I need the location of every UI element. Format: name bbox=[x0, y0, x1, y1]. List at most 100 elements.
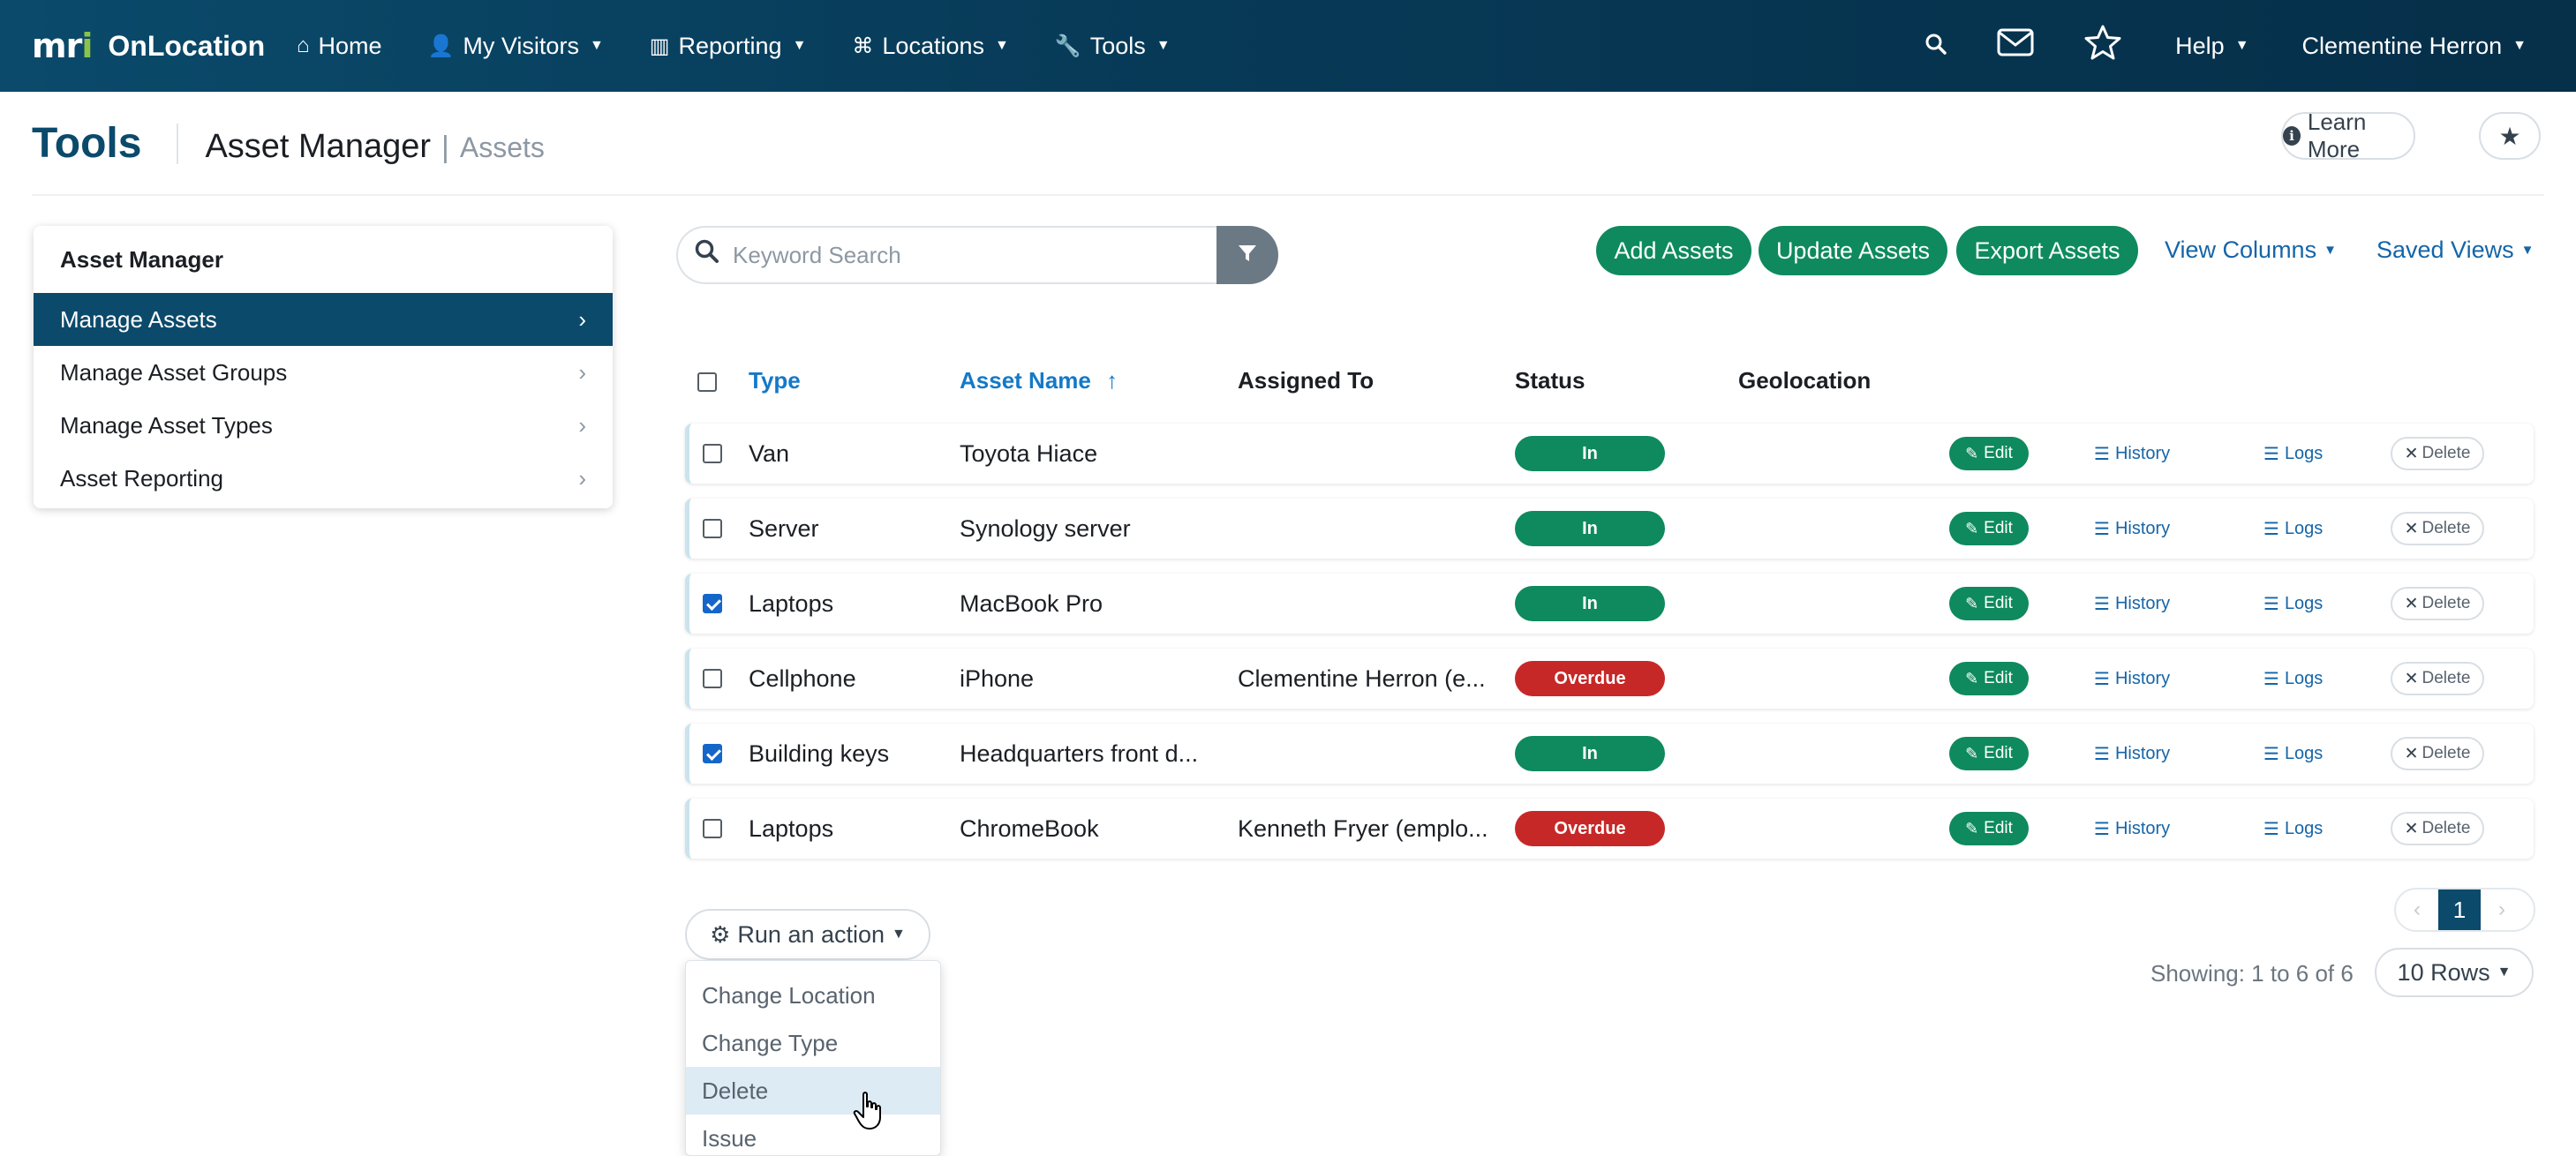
nav-my-visitors[interactable]: 👤 My Visitors ▼ bbox=[428, 33, 604, 60]
close-icon: ✕ bbox=[2404, 669, 2419, 688]
column-header-asset-name[interactable]: Asset Name ↑ bbox=[960, 367, 1118, 394]
delete-button[interactable]: ✕ Delete bbox=[2391, 437, 2484, 470]
column-header-assigned-to: Assigned To bbox=[1238, 367, 1375, 394]
history-link[interactable]: ☰ History bbox=[2094, 593, 2170, 615]
logs-label: Logs bbox=[2284, 669, 2324, 688]
nav-locations[interactable]: ⌘ Locations ▼ bbox=[852, 33, 1008, 60]
logs-link[interactable]: ☰ Logs bbox=[2263, 818, 2323, 840]
edit-label: Edit bbox=[1984, 519, 2013, 537]
page-button-current[interactable]: 1 bbox=[2438, 890, 2481, 930]
view-columns-dropdown[interactable]: View Columns ▼ bbox=[2165, 236, 2337, 264]
logs-link[interactable]: ☰ Logs bbox=[2263, 743, 2323, 765]
cell-type: Laptops bbox=[749, 815, 834, 842]
history-label: History bbox=[2114, 744, 2171, 763]
sidebar-item-manage-asset-types[interactable]: Manage Asset Types › bbox=[34, 399, 613, 452]
top-navbar: mri OnLocation ⌂ Home 👤 My Visitors ▼ ▥ … bbox=[0, 0, 2576, 92]
nav-tools[interactable]: 🔧 Tools ▼ bbox=[1055, 33, 1171, 60]
cell-type: Cellphone bbox=[749, 665, 856, 692]
edit-icon: ✎ bbox=[1965, 819, 1979, 837]
help-menu[interactable]: Help ▼ bbox=[2175, 33, 2248, 60]
row-checkbox[interactable] bbox=[703, 819, 722, 838]
history-link[interactable]: ☰ History bbox=[2094, 443, 2170, 465]
user-menu[interactable]: Clementine Herron ▼ bbox=[2302, 33, 2527, 60]
edit-label: Edit bbox=[1984, 669, 2013, 687]
delete-button[interactable]: ✕ Delete bbox=[2391, 662, 2484, 695]
status-badge: In bbox=[1515, 586, 1665, 621]
logs-link[interactable]: ☰ Logs bbox=[2263, 518, 2323, 540]
sidebar-item-manage-assets[interactable]: Manage Assets › bbox=[34, 293, 613, 346]
favorite-button[interactable]: ★ bbox=[2479, 112, 2541, 160]
list-icon: ☰ bbox=[2263, 595, 2279, 614]
edit-button[interactable]: ✎ Edit bbox=[1949, 812, 2029, 845]
saved-views-label: Saved Views bbox=[2376, 236, 2514, 263]
delete-label: Delete bbox=[2422, 444, 2471, 462]
sidebar-item-manage-asset-groups[interactable]: Manage Asset Groups › bbox=[34, 346, 613, 399]
delete-label: Delete bbox=[2422, 819, 2471, 837]
row-checkbox[interactable] bbox=[703, 594, 722, 613]
delete-button[interactable]: ✕ Delete bbox=[2391, 737, 2484, 770]
export-assets-button[interactable]: Export Assets bbox=[1956, 226, 2138, 275]
add-assets-button[interactable]: Add Assets bbox=[1596, 226, 1751, 275]
wrench-icon: 🔧 bbox=[1054, 34, 1081, 58]
search-icon bbox=[694, 238, 720, 272]
home-icon: ⌂ bbox=[297, 34, 310, 57]
delete-button[interactable]: ✕ Delete bbox=[2391, 812, 2484, 845]
delete-button[interactable]: ✕ Delete bbox=[2391, 512, 2484, 545]
history-link[interactable]: ☰ History bbox=[2094, 743, 2170, 765]
column-header-type[interactable]: Type bbox=[749, 367, 801, 394]
search-input[interactable] bbox=[733, 241, 1192, 269]
edit-button[interactable]: ✎ Edit bbox=[1949, 437, 2029, 470]
list-icon: ☰ bbox=[2094, 445, 2110, 464]
edit-button[interactable]: ✎ Edit bbox=[1949, 662, 2029, 695]
menu-item-change-location[interactable]: Change Location bbox=[686, 972, 940, 1019]
chevron-right-icon[interactable]: › bbox=[2481, 897, 2523, 922]
menu-item-delete[interactable]: Delete bbox=[686, 1067, 940, 1115]
logs-link[interactable]: ☰ Logs bbox=[2263, 443, 2323, 465]
star-icon[interactable] bbox=[2083, 24, 2122, 69]
star-icon: ★ bbox=[2498, 122, 2521, 150]
search-icon[interactable] bbox=[1924, 29, 1947, 64]
history-label: History bbox=[2114, 669, 2171, 688]
cell-asset-name: MacBook Pro bbox=[960, 590, 1103, 617]
saved-views-dropdown[interactable]: Saved Views ▼ bbox=[2376, 236, 2534, 264]
edit-button[interactable]: ✎ Edit bbox=[1949, 587, 2029, 620]
caret-down-icon: ▼ bbox=[589, 38, 604, 53]
chevron-left-icon[interactable]: ‹ bbox=[2396, 897, 2438, 922]
history-link[interactable]: ☰ History bbox=[2094, 668, 2170, 690]
nav-home[interactable]: ⌂ Home bbox=[297, 33, 382, 60]
edit-icon: ✎ bbox=[1965, 594, 1979, 612]
row-checkbox[interactable] bbox=[703, 744, 722, 763]
learn-more-button[interactable]: i Learn More bbox=[2281, 109, 2415, 162]
run-action-button[interactable]: ⚙ Run an action ▼ bbox=[685, 909, 930, 960]
run-action-menu: Change Location Change Type Delete Issue bbox=[685, 960, 941, 1156]
caret-down-icon: ▼ bbox=[995, 38, 1009, 53]
cell-asset-name: iPhone bbox=[960, 665, 1035, 692]
row-checkbox[interactable] bbox=[703, 519, 722, 538]
nav-right: Help ▼ Clementine Herron ▼ bbox=[1875, 0, 2527, 92]
edit-button[interactable]: ✎ Edit bbox=[1949, 737, 2029, 770]
menu-item-issue[interactable]: Issue bbox=[686, 1115, 940, 1155]
row-checkbox[interactable] bbox=[703, 444, 722, 463]
filter-button[interactable] bbox=[1216, 226, 1278, 284]
update-assets-button[interactable]: Update Assets bbox=[1759, 226, 1947, 275]
history-link[interactable]: ☰ History bbox=[2094, 818, 2170, 840]
menu-item-change-type[interactable]: Change Type bbox=[686, 1019, 940, 1067]
row-checkbox[interactable] bbox=[703, 669, 722, 688]
history-link[interactable]: ☰ History bbox=[2094, 518, 2170, 540]
logs-link[interactable]: ☰ Logs bbox=[2263, 593, 2323, 615]
logs-link[interactable]: ☰ Logs bbox=[2263, 668, 2323, 690]
sidebar-item-asset-reporting[interactable]: Asset Reporting › bbox=[34, 452, 613, 505]
nav-reporting[interactable]: ▥ Reporting ▼ bbox=[650, 33, 807, 60]
cell-asset-name: Headquarters front d... bbox=[960, 740, 1199, 767]
cell-type: Van bbox=[749, 440, 790, 467]
history-label: History bbox=[2114, 819, 2171, 838]
list-icon: ☰ bbox=[2094, 520, 2110, 539]
delete-label: Delete bbox=[2422, 519, 2471, 537]
edit-button[interactable]: ✎ Edit bbox=[1949, 512, 2029, 545]
list-icon: ☰ bbox=[2094, 745, 2110, 764]
brand[interactable]: mri OnLocation bbox=[32, 26, 297, 65]
select-all-checkbox[interactable] bbox=[697, 372, 717, 392]
delete-button[interactable]: ✕ Delete bbox=[2391, 587, 2484, 620]
rows-per-page-select[interactable]: 10 Rows ▼ bbox=[2375, 948, 2534, 997]
mail-icon[interactable] bbox=[1997, 28, 2034, 64]
